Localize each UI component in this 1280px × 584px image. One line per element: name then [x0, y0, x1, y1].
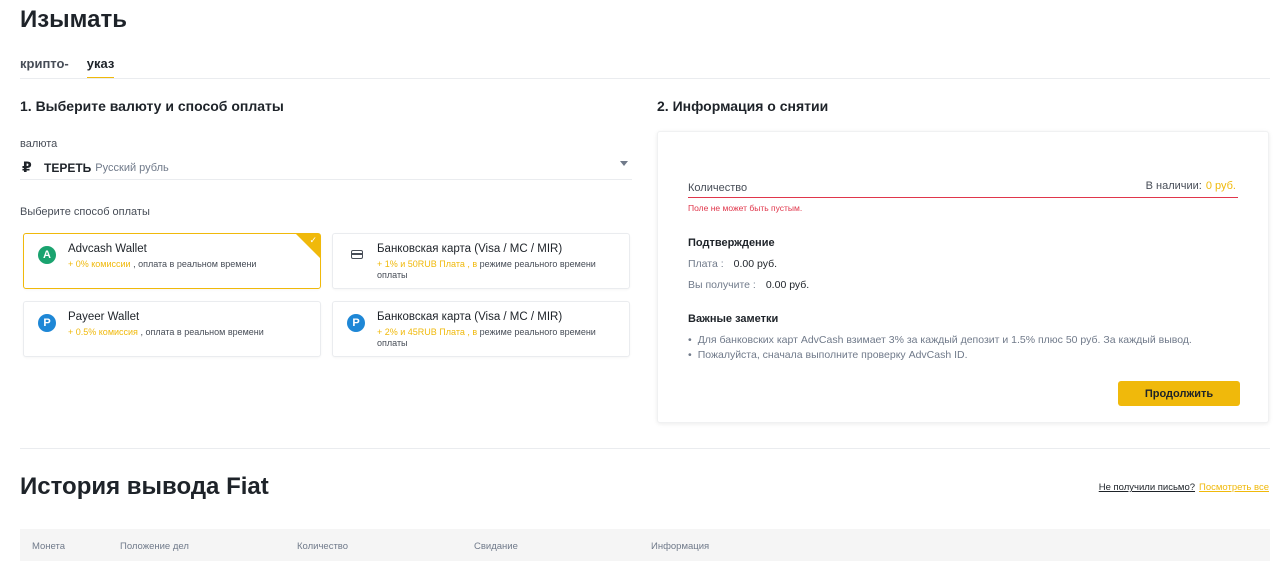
tabs-divider [20, 78, 1270, 79]
payeer-icon: P [38, 314, 56, 332]
payment-option-desc: + 1% и 50RUB Плата , в режиме реального … [377, 259, 596, 280]
currency-label: валюта [20, 138, 58, 150]
withdrawal-info-title: 2. Информация о снятии [657, 98, 829, 114]
note-item: Пожалуйста, сначала выполните проверку A… [688, 349, 968, 361]
receive-row: Вы получите :0.00 руб. [688, 279, 810, 291]
column-header-date[interactable]: Свидание [474, 541, 518, 552]
section-divider [20, 448, 1270, 449]
currency-section-title: 1. Выберите валюту и способ оплаты [20, 98, 284, 114]
amount-error: Поле не может быть пустым. [688, 203, 803, 213]
payeer-icon: P [347, 314, 365, 332]
payment-option-desc: + 0.5% комиссия , оплата в реальном врем… [68, 327, 264, 337]
fee-row: Плата :0.00 руб. [688, 258, 778, 270]
history-title: История вывода Fiat [20, 473, 269, 500]
amount-field: В наличии:0 руб. [688, 178, 1238, 198]
payment-option-desc: + 0% комиссии , оплата в реальном времен… [68, 259, 257, 269]
payment-option-bank-card-1[interactable]: Банковская карта (Visa / MC / MIR) + 1% … [332, 233, 630, 289]
currency-code: ТЕРЕТЬ [44, 160, 92, 175]
note-item: Для банковских карт AdvCash взимает 3% з… [688, 334, 1192, 346]
bank-card-icon [351, 250, 363, 259]
check-icon: ✓ [309, 235, 317, 245]
continue-button[interactable]: Продолжить [1118, 381, 1240, 406]
currency-select[interactable]: ₽ ТЕРЕТЬ Русский рубль [20, 156, 632, 180]
notes-title: Важные заметки [688, 313, 779, 325]
column-header-amount[interactable]: Количество [297, 541, 348, 552]
payment-option-title: Банковская карта (Visa / MC / MIR) [377, 243, 563, 255]
payment-option-desc: + 2% и 45RUB Плата , в режиме реального … [377, 327, 596, 348]
payment-option-payeer[interactable]: P Payeer Wallet + 0.5% комиссия , оплата… [23, 301, 321, 357]
column-header-status[interactable]: Положение дел [120, 541, 189, 552]
withdrawal-info-panel: В наличии:0 руб. Поле не может быть пуст… [657, 131, 1269, 423]
payment-method-label: Выберите способ оплаты [20, 206, 150, 218]
tab-crypto[interactable]: крипто- [20, 56, 69, 79]
advcash-icon: A [38, 246, 56, 264]
amount-input[interactable] [688, 182, 988, 194]
currency-name: Русский рубль [95, 161, 169, 174]
payment-option-title: Payeer Wallet [68, 311, 140, 323]
payment-option-advcash[interactable]: A Advcash Wallet + 0% комиссии , оплата … [23, 233, 321, 289]
chevron-down-icon [620, 161, 628, 166]
column-header-info[interactable]: Информация [651, 541, 709, 552]
available-balance: В наличии: 0 руб. [1145, 180, 1236, 192]
ruble-icon: ₽ [22, 159, 32, 175]
no-email-link[interactable]: Не получили письмо? [1099, 482, 1195, 493]
payment-option-bank-card-2[interactable]: P Банковская карта (Visa / MC / MIR) + 2… [332, 301, 630, 357]
withdraw-tabs: крипто- указ [20, 56, 115, 79]
page-title: Изымать [20, 6, 127, 33]
payment-option-title: Advcash Wallet [68, 243, 147, 255]
history-links: Не получили письмо? Посмотреть все [1099, 482, 1269, 493]
payment-option-title: Банковская карта (Visa / MC / MIR) [377, 311, 563, 323]
column-header-coin[interactable]: Монета [32, 541, 65, 552]
history-table-header: Монета Положение дел Количество Свидание… [20, 529, 1270, 561]
view-all-link[interactable]: Посмотреть все [1199, 482, 1269, 493]
tab-fiat[interactable]: указ [86, 56, 115, 79]
confirmation-title: Подтверждение [688, 237, 775, 249]
